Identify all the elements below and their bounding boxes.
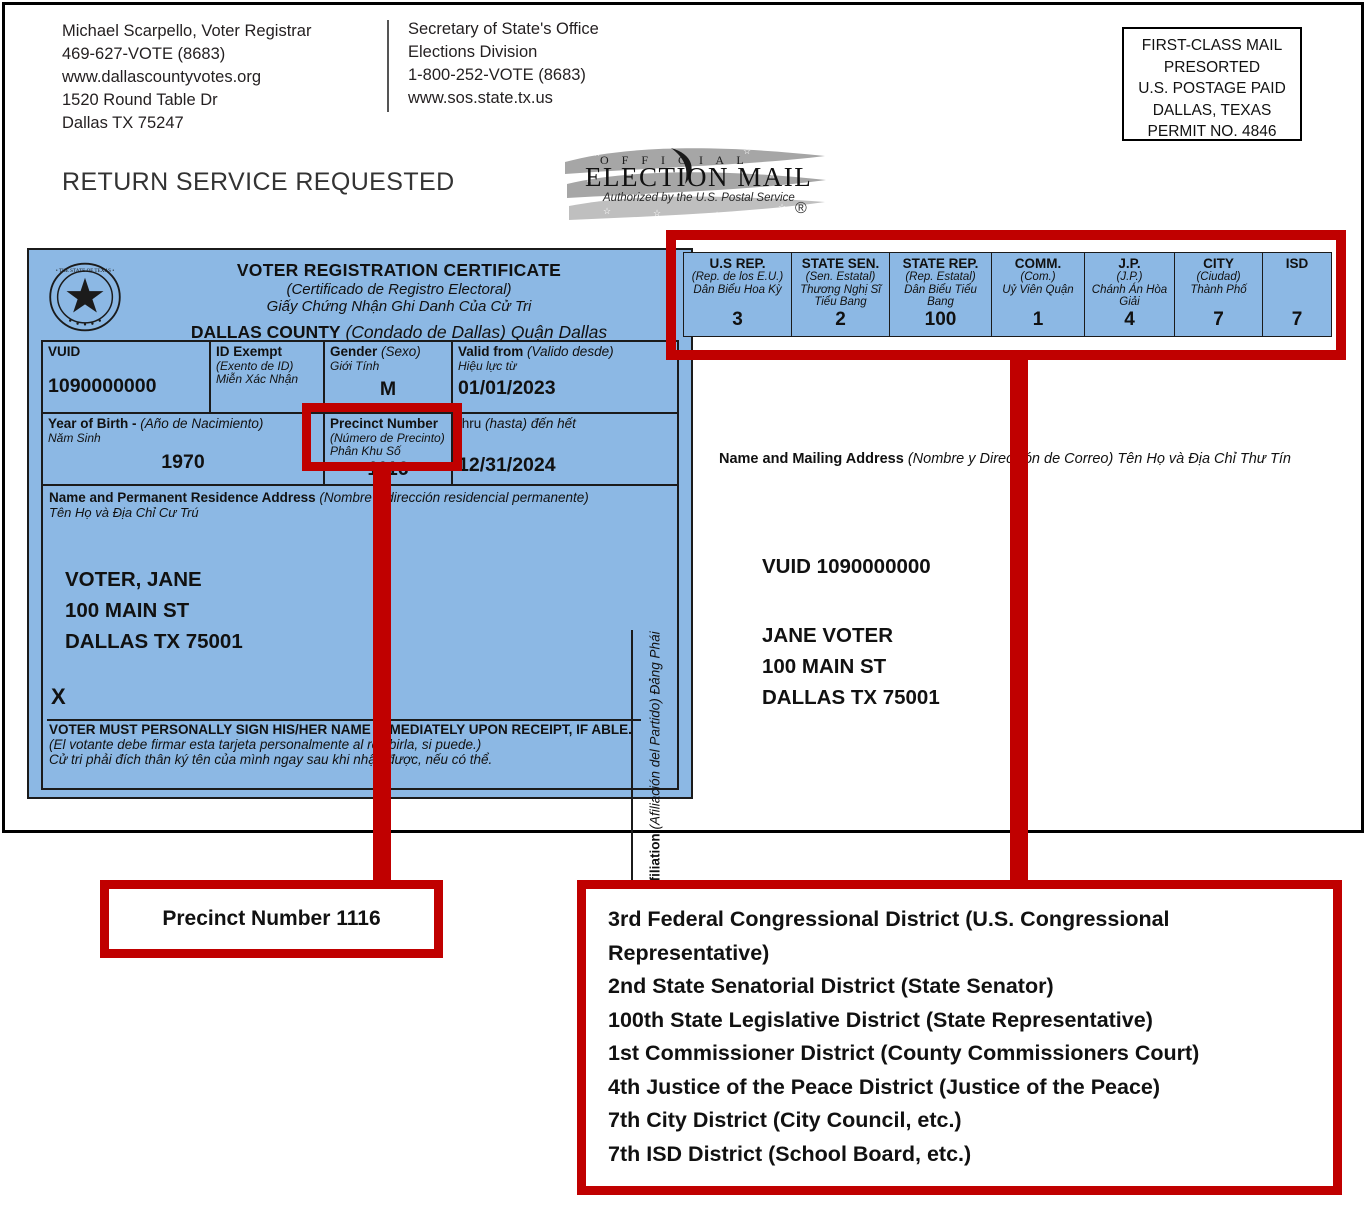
address-divider bbox=[387, 20, 389, 112]
mailing-address-heading: Name and Mailing Address (Nombre y Direc… bbox=[719, 451, 1291, 467]
annotation-connector-precinct bbox=[373, 465, 391, 890]
registrar-line: 1520 Round Table Dr bbox=[62, 91, 218, 109]
field-year-of-birth-value: 1970 bbox=[161, 450, 205, 473]
permit-line: PRESORTED bbox=[1163, 58, 1261, 76]
field-gender-value: M bbox=[379, 377, 397, 400]
party-label-vi: Đảng Phái bbox=[647, 631, 663, 695]
annotation-highlight-precinct bbox=[302, 403, 462, 471]
mailing-address-line: DALLAS TX 75001 bbox=[762, 686, 940, 709]
field-valid-from-label: Valid from (Valido desde) bbox=[458, 344, 614, 359]
sos-line: Secretary of State's Office bbox=[408, 20, 599, 38]
field-year-of-birth: Year of Birth - (Año de Nacimiento) Năm … bbox=[43, 414, 325, 484]
signature-note-en: VOTER MUST PERSONALLY SIGN HIS/HER NAME … bbox=[49, 722, 632, 737]
registered-trademark-icon: ® bbox=[795, 200, 807, 217]
annotation-callout-districts: 3rd Federal Congressional District (U.S.… bbox=[577, 880, 1342, 1195]
residence-line: DALLAS TX 75001 bbox=[65, 630, 243, 653]
certificate-title-es: (Certificado de Registro Electoral) bbox=[286, 281, 512, 298]
permit-line: DALLAS, TEXAS bbox=[1152, 101, 1272, 119]
signature-line bbox=[47, 719, 641, 721]
annotation-district-item: 1st Commissioner District (County Commis… bbox=[608, 1041, 1200, 1065]
return-service-requested: RETURN SERVICE REQUESTED bbox=[62, 168, 455, 196]
county-vi: Quận Dallas bbox=[510, 322, 608, 342]
svg-text:☆: ☆ bbox=[603, 206, 611, 216]
registrar-line: Michael Scarpello, Voter Registrar bbox=[62, 22, 312, 40]
county-en: DALLAS COUNTY bbox=[190, 322, 341, 342]
field-valid-thru-label: thru (hasta) đến hết bbox=[458, 416, 576, 431]
svg-text:☆: ☆ bbox=[713, 210, 721, 220]
annotation-district-item: 2nd State Senatorial District (State Sen… bbox=[608, 974, 1054, 998]
annotation-district-item: 7th City District (City Council, etc.) bbox=[608, 1108, 962, 1132]
registrar-address-block: Michael Scarpello, Voter Registrar 469-6… bbox=[62, 20, 311, 135]
field-valid-from-label-vi: Hiệu lực từ bbox=[458, 358, 517, 373]
annotation-highlight-district-table bbox=[666, 230, 1346, 360]
permit-line: U.S. POSTAGE PAID bbox=[1138, 80, 1286, 97]
annotation-district-item: 4th Justice of the Peace District (Justi… bbox=[608, 1074, 1161, 1099]
texas-state-seal-icon: • THE STATE OF TEXAS • bbox=[49, 262, 121, 332]
mailing-address-line: 100 MAIN ST bbox=[762, 655, 887, 678]
certificate-title-block: VOTER REGISTRATION CERTIFICATE (Certific… bbox=[129, 260, 669, 343]
annotation-district-item: 3rd Federal Congressional District (U.S.… bbox=[608, 907, 1170, 965]
certificate-row-3: Name and Permanent Residence Address (No… bbox=[43, 486, 677, 934]
mailing-address-block: JANE VOTER 100 MAIN ST DALLAS TX 75001 bbox=[762, 620, 940, 713]
field-vuid: VUID 1090000000 bbox=[43, 342, 211, 412]
signature-instructions: VOTER MUST PERSONALLY SIGN HIS/HER NAME … bbox=[49, 722, 649, 767]
annotation-district-item: 100th State Legislative District (State … bbox=[608, 1007, 1153, 1032]
field-id-exempt: ID Exempt (Exento de ID) Miễn Xác Nhận bbox=[211, 342, 325, 412]
field-vuid-label: VUID bbox=[48, 344, 81, 359]
svg-text:• THE STATE OF TEXAS •: • THE STATE OF TEXAS • bbox=[56, 268, 115, 274]
signature-x-mark: X bbox=[51, 684, 66, 709]
residence-heading: Name and Permanent Residence Address (No… bbox=[49, 490, 589, 505]
voter-registration-certificate-card: • THE STATE OF TEXAS • VOTER REGISTRATIO… bbox=[27, 248, 693, 934]
sos-line: Elections Division bbox=[408, 43, 538, 61]
field-id-exempt-label-vi: Miễn Xác Nhận bbox=[216, 371, 299, 386]
annotation-precinct-text: Precinct Number 1116 bbox=[162, 907, 381, 930]
mailing-vuid-line: VUID 1090000000 bbox=[762, 555, 931, 578]
field-id-exempt-label: ID Exempt bbox=[216, 344, 283, 359]
residence-line: 100 MAIN ST bbox=[65, 599, 190, 622]
annotation-district-list: 3rd Federal Congressional District (U.S.… bbox=[608, 903, 1313, 1171]
mailing-address-line: JANE VOTER bbox=[762, 624, 893, 647]
sos-address-block: Secretary of State's Office Elections Di… bbox=[408, 18, 599, 110]
field-id-exempt-label-es: (Exento de ID) bbox=[216, 358, 294, 373]
permit-line: FIRST-CLASS MAIL bbox=[1141, 37, 1283, 54]
registrar-line: Dallas TX 75247 bbox=[62, 114, 184, 132]
field-gender-label-vi: Giới Tính bbox=[330, 358, 380, 373]
residence-line: VOTER, JANE bbox=[65, 568, 202, 591]
field-valid-thru: thru (hasta) đến hết 12/31/2024 bbox=[453, 414, 681, 484]
registrar-line: www.dallascountyvotes.org bbox=[62, 68, 262, 86]
postage-permit-box: FIRST-CLASS MAIL PRESORTED U.S. POSTAGE … bbox=[1122, 27, 1302, 141]
signature-note-es: (El votante debe firmar esta tarjeta per… bbox=[49, 737, 482, 752]
certificate-title-vi: Giấy Chứng Nhận Ghi Danh Của Cử Tri bbox=[266, 298, 532, 315]
county-es: (Condado de Dallas) bbox=[345, 322, 506, 342]
logo-election-mail-text: ELECTION MAIL bbox=[585, 162, 813, 192]
residence-address-block: VOTER, JANE 100 MAIN ST DALLAS TX 75001 bbox=[65, 564, 243, 657]
field-gender-label: Gender (Sexo) bbox=[330, 344, 421, 359]
annotation-callout-precinct: Precinct Number 1116 bbox=[100, 880, 443, 958]
sos-line: 1-800-252-VOTE (8683) bbox=[408, 66, 586, 84]
sos-line: www.sos.state.tx.us bbox=[408, 89, 553, 107]
field-valid-from: Valid from (Valido desde) Hiệu lực từ 01… bbox=[453, 342, 681, 412]
field-valid-from-value: 01/01/2023 bbox=[458, 376, 556, 399]
field-gender: Gender (Sexo) Giới Tính M bbox=[325, 342, 453, 412]
permit-line: PERMIT NO. 4846 bbox=[1147, 123, 1277, 140]
registrar-line: 469-627-VOTE (8683) bbox=[62, 45, 226, 63]
svg-text:☆: ☆ bbox=[653, 208, 661, 218]
official-election-mail-logo: ☆ ☆ ☆ ☆ ☆ ☆ ☆ ☆ ☆ O F F I C I A L ELECTION M… bbox=[563, 140, 828, 225]
annotation-connector-district bbox=[1010, 352, 1028, 890]
residence-heading-vi: Tên Họ và Địa Chỉ Cư Trú bbox=[49, 505, 199, 520]
field-year-of-birth-label-vi: Năm Sinh bbox=[48, 430, 101, 445]
field-year-of-birth-label: Year of Birth - (Año de Nacimiento) bbox=[48, 416, 264, 431]
field-vuid-value: 1090000000 bbox=[48, 374, 157, 397]
annotation-district-item: 7th ISD District (School Board, etc.) bbox=[608, 1141, 972, 1166]
field-valid-thru-value: 12/31/2024 bbox=[458, 453, 556, 476]
logo-authorized-text: Authorized by the U.S. Postal Service bbox=[603, 192, 795, 204]
certificate-title-en: VOTER REGISTRATION CERTIFICATE bbox=[236, 260, 562, 280]
party-label-es: (Afiliación del Partido) bbox=[647, 698, 663, 830]
signature-note-vi: Cử tri phải đích thân ký tên của mình ng… bbox=[49, 752, 493, 767]
